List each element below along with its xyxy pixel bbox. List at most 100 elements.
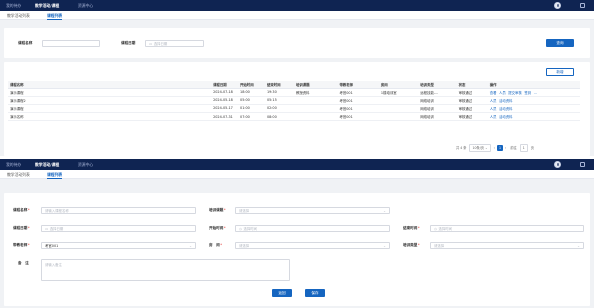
nav-item-resources[interactable]: 资源中心	[78, 159, 93, 170]
form-teacher-label: 带教老师*	[13, 243, 30, 247]
back-button[interactable]: 返回	[272, 289, 292, 297]
status-badge: 审核通过	[456, 104, 488, 114]
cell-room	[378, 104, 419, 114]
chevron-down-icon: ⌄	[189, 243, 192, 248]
status-badge: 审核通过	[456, 88, 488, 97]
start-time-picker[interactable]: ◷ 选择时间	[235, 224, 390, 232]
action-materials-link[interactable]: 活动资料	[499, 99, 513, 103]
list-content-area: 课程名称 课程日期 ▭ 选择日期 查询 新增 课程名称 课程日期 开始时间 结束时…	[0, 20, 594, 156]
cell-start: 05:00	[238, 96, 265, 105]
action-materials-link[interactable]: 活动资料	[499, 107, 513, 111]
add-button[interactable]: 新增	[546, 68, 574, 76]
user-avatar-icon[interactable]	[554, 2, 561, 9]
status-badge: 审核通过	[456, 96, 488, 105]
remark-textarea[interactable]	[41, 259, 290, 281]
chevron-down-icon: ⌄	[383, 243, 386, 248]
cell-date: 2024-05-17	[211, 104, 239, 114]
room-select[interactable]: 请选择 ⌄	[235, 241, 390, 249]
goto-page-input[interactable]: 1	[519, 144, 528, 152]
action-people-link[interactable]: 人员	[490, 115, 497, 119]
course-name-input[interactable]	[42, 39, 100, 47]
cell-start: 01:00	[238, 104, 265, 114]
nav-item-teaching[interactable]: 教学活动/课程	[35, 159, 59, 170]
next-page-button[interactable]: ›	[505, 146, 506, 150]
current-page[interactable]: 1	[496, 145, 503, 151]
cell-actions: 人员 活动资料	[487, 104, 580, 114]
apps-grid-icon[interactable]	[580, 3, 585, 8]
nav-item-todo[interactable]: 我的待办	[6, 0, 21, 11]
room-placeholder: 请选择	[239, 243, 250, 248]
tab-course-list[interactable]: 课程列表	[47, 170, 63, 179]
course-name-label: 课程名称	[18, 41, 33, 45]
status-badge: 审核通过	[456, 112, 488, 122]
apps-grid-icon[interactable]	[580, 162, 585, 167]
sub-tabs-2: 教学活动列表 课程列表	[0, 170, 594, 179]
col-header-type: 培训类型	[418, 81, 457, 89]
topic-select[interactable]: 请选择 ⌄	[235, 206, 390, 214]
cell-teacher: 考官001	[337, 88, 379, 97]
save-button[interactable]: 保存	[305, 289, 325, 297]
search-button[interactable]: 查询	[546, 39, 574, 47]
action-view-link[interactable]: 查看	[490, 91, 497, 95]
user-avatar-icon[interactable]	[554, 161, 561, 168]
chevron-down-icon: ⌄	[484, 146, 488, 150]
col-header-end: 结束时间	[264, 81, 294, 89]
cell-end: 05:15	[264, 96, 294, 105]
course-table: 课程名称 课程日期 开始时间 结束时间 培训课题 带教老师 房间 培训类型 状态…	[8, 81, 580, 122]
cell-actions: 查看 人员 提交审核 签到...	[487, 88, 580, 97]
cell-date: 2024-07-18	[211, 88, 239, 97]
tab-activity-list[interactable]: 教学活动列表	[7, 11, 30, 20]
page-size-select[interactable]: 10条/页 ⌄	[469, 144, 491, 152]
form-content-area: 课程名称* 请输入课程名称 培训课题* 请选择 ⌄ 课程日期* ▭ 选择日期 开始时…	[0, 179, 594, 308]
form-topic-label: 培训课题*	[209, 208, 226, 212]
cell-topic	[293, 104, 338, 114]
nav-item-teaching[interactable]: 教学活动/课程	[35, 0, 59, 11]
action-more-link[interactable]: ...	[534, 91, 537, 95]
search-panel: 课程名称 课程日期 ▭ 选择日期 查询	[4, 28, 590, 58]
nav-item-resources[interactable]: 资源中心	[78, 0, 93, 11]
clock-icon: ◷	[434, 226, 437, 231]
action-materials-link[interactable]: 活动资料	[499, 115, 513, 119]
tab-activity-list[interactable]: 教学活动列表	[7, 170, 30, 179]
action-signin-link[interactable]: 签到	[524, 91, 531, 95]
course-date-label: 课程日期	[121, 41, 136, 45]
action-people-link[interactable]: 人员	[490, 99, 497, 103]
sub-tabs: 教学活动列表 课程列表	[0, 11, 594, 20]
cell-start: 18:00	[238, 88, 265, 97]
course-name-placeholder: 请输入课程名称	[45, 208, 69, 213]
cell-room	[378, 112, 419, 122]
form-remark-label: 备 注	[18, 261, 29, 265]
top-nav-bar-2: 我的待办 教学活动/课程 资源中心	[0, 159, 594, 170]
course-name-input[interactable]: 请输入课程名称	[41, 206, 196, 214]
table-row: 演示课程 2024-05-17 01:00 02:00 考官001 网络培训 审…	[8, 104, 580, 114]
teacher-select[interactable]: 考官001 ⌄	[41, 241, 196, 249]
prev-page-button[interactable]: ‹	[494, 146, 495, 150]
cell-name: 演示课程	[8, 104, 212, 114]
cell-date: 2024-05-18	[211, 96, 239, 105]
cell-date: 2024-07-31	[211, 112, 239, 122]
chevron-down-icon: ⌄	[383, 208, 386, 213]
cell-topic	[293, 96, 338, 105]
course-date-picker[interactable]: ▭ 选择日期	[41, 224, 196, 232]
action-submit-review-link[interactable]: 提交审核	[508, 91, 522, 95]
tab-course-list[interactable]: 课程列表	[47, 11, 63, 20]
course-date-picker[interactable]: ▭ 选择日期	[145, 39, 204, 47]
cell-teacher: 考官001	[337, 112, 379, 122]
action-people-link[interactable]: 人员	[490, 107, 497, 111]
page-size-value: 10条/页	[472, 146, 484, 150]
training-type-select[interactable]: 请选择 ⌄	[430, 241, 584, 249]
table-panel: 新增 课程名称 课程日期 开始时间 结束时间 培训课题 带教老师 房间 培训类型…	[4, 62, 590, 156]
cell-start: 07:00	[238, 112, 265, 122]
cell-actions: 人员 活动资料	[487, 112, 580, 122]
nav-item-todo[interactable]: 我的待办	[6, 159, 21, 170]
cell-type: 网络培训	[418, 96, 457, 105]
cell-type: 远程技能-...	[418, 88, 457, 97]
col-header-date: 课程日期	[211, 81, 239, 89]
form-type-label: 培训类型*	[403, 243, 420, 247]
form-date-label: 课程日期*	[13, 226, 30, 230]
end-time-picker[interactable]: ◷ 选择时间	[430, 224, 584, 232]
action-people-link[interactable]: 人员	[499, 91, 506, 95]
cell-end: 19:30	[264, 88, 294, 97]
course-form: 课程名称* 请输入课程名称 培训课题* 请选择 ⌄ 课程日期* ▭ 选择日期 开始时…	[4, 193, 590, 306]
cell-room	[378, 96, 419, 105]
